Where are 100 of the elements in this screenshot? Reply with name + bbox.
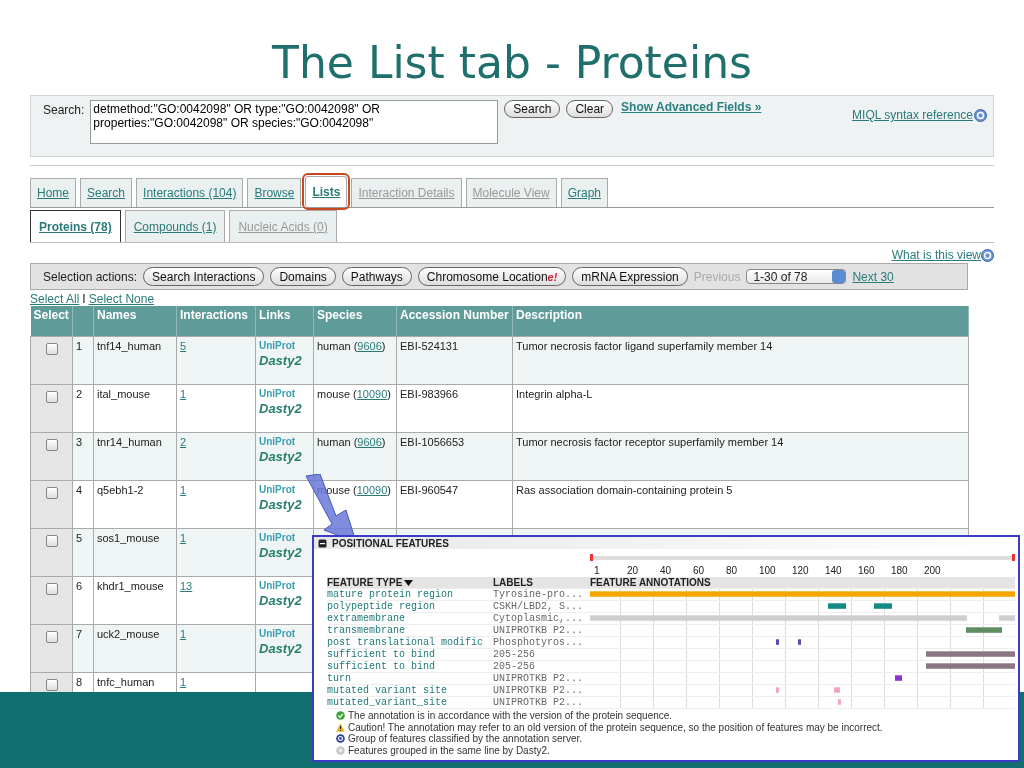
feature-label: CSKH/LBD2, S... <box>493 601 590 613</box>
advanced-fields-link[interactable]: Show Advanced Fields » <box>621 100 762 114</box>
dasty-logo[interactable]: Dasty2 <box>259 544 310 560</box>
search-field[interactable]: detmethod:"GO:0042098" OR type:"GO:0042098" OR properties:"GO:0042098" OR species:"GO:0042098" <box>90 100 499 144</box>
action-button[interactable]: Chromosome Locatione! <box>417 267 567 286</box>
feature-type: sufficient to bind <box>327 661 493 673</box>
legend-text: The annotation is in accordance with the version of the protein sequence. <box>348 710 673 722</box>
feature-label: 205-256 <box>493 649 590 661</box>
feature-label: 205-256 <box>493 661 590 673</box>
help-link[interactable]: What is this view <box>891 248 981 262</box>
taxonomy-link[interactable]: 10090 <box>356 387 388 400</box>
uniprot-logo[interactable]: UniProt <box>259 579 296 591</box>
species-paren: ) <box>387 483 391 496</box>
axis-tick-label: 120 <box>791 565 810 577</box>
tab[interactable]: Home <box>30 178 76 207</box>
axis-tick-label: 80 <box>725 565 739 577</box>
interactions-link[interactable]: 1 <box>180 627 187 640</box>
dasty-logo[interactable]: Dasty2 <box>259 496 310 512</box>
table-cell: uck2_mouse <box>93 624 177 672</box>
column-header: Species <box>313 306 397 336</box>
feature-type: mutated variant site <box>327 685 493 697</box>
search-label: Search: <box>43 103 85 117</box>
column-header: Links <box>255 306 314 336</box>
species-name: human ( <box>317 339 358 352</box>
table-cell: tnr14_human <box>93 432 177 480</box>
tab[interactable]: Interactions (104) <box>136 178 244 207</box>
group-icon <box>336 734 345 744</box>
tab[interactable]: Lists <box>305 176 348 207</box>
uniprot-logo[interactable]: UniProt <box>259 435 296 447</box>
taxonomy-link[interactable]: 9606 <box>357 435 382 448</box>
column-header: FEATURE TYPE <box>327 576 403 589</box>
column-header: Interactions <box>176 306 256 336</box>
action-button[interactable]: Pathways <box>341 267 412 286</box>
ensembl-icon: e! <box>547 270 558 283</box>
uniprot-logo[interactable]: UniProt <box>259 483 296 495</box>
species-paren: ) <box>387 387 391 400</box>
row-checkbox[interactable] <box>45 486 58 499</box>
panel-title: POSITIONAL FEATURES <box>332 537 449 549</box>
feature-type: post translational modific <box>327 637 493 649</box>
table-cell: khdr1_mouse <box>93 576 177 624</box>
select-all-link[interactable]: Select All <box>30 292 80 306</box>
help-icon <box>974 108 987 122</box>
axis-tick-label: 60 <box>692 565 706 577</box>
table-cell: Tumor necrosis factor receptor superfamily member 14 <box>512 432 969 480</box>
table-cell: EBI-983966 <box>396 384 513 432</box>
dasty-logo[interactable]: Dasty2 <box>259 400 310 416</box>
uniprot-logo[interactable]: UniProt <box>259 531 296 543</box>
row-checkbox[interactable] <box>45 678 58 691</box>
row-checkbox[interactable] <box>45 630 58 643</box>
taxonomy-link[interactable]: 10090 <box>356 483 388 496</box>
interactions-link[interactable]: 1 <box>180 387 187 400</box>
action-button[interactable]: Search Interactions <box>143 267 265 286</box>
action-button[interactable]: Domains <box>270 267 336 286</box>
table-cell: 2 <box>72 384 94 432</box>
help-icon <box>981 248 994 262</box>
tab[interactable]: Graph <box>560 178 609 207</box>
interactions-link[interactable]: 1 <box>180 675 187 688</box>
action-button[interactable]: mRNA Expression <box>572 267 688 286</box>
next-link[interactable]: Next 30 <box>852 269 894 284</box>
tab[interactable]: Search <box>80 178 133 207</box>
axis-tick-label: 160 <box>857 565 876 577</box>
search-button[interactable]: Search <box>504 100 561 118</box>
grouped-icon <box>336 745 345 755</box>
species-paren: ) <box>381 435 386 448</box>
dasty-logo[interactable]: Dasty2 <box>259 640 310 656</box>
species-name: mouse ( <box>317 387 357 400</box>
column-header: FEATURE ANNOTATIONS <box>590 576 711 589</box>
axis-tick-label: 200 <box>923 565 942 577</box>
feature-type: polypeptide region <box>327 601 493 613</box>
column-header: Description <box>512 306 969 336</box>
subtab[interactable]: Proteins (78) <box>30 210 121 242</box>
feature-label: Cytoplasmic,... <box>493 613 590 625</box>
row-checkbox[interactable] <box>45 342 58 355</box>
dasty-logo[interactable]: Dasty2 <box>259 448 310 464</box>
tab[interactable]: Browse <box>247 178 302 207</box>
clear-button[interactable]: Clear <box>566 100 614 118</box>
uniprot-logo[interactable]: UniProt <box>259 339 296 351</box>
uniprot-logo[interactable]: UniProt <box>259 627 296 639</box>
uniprot-logo[interactable]: UniProt <box>259 387 296 399</box>
syntax-reference-link[interactable]: MIQL syntax reference <box>852 108 973 122</box>
dasty-logo[interactable]: Dasty2 <box>259 592 310 608</box>
row-checkbox[interactable] <box>45 438 58 451</box>
column-header: Select <box>30 306 73 336</box>
interactions-link[interactable]: 1 <box>180 483 187 496</box>
taxonomy-link[interactable]: 9606 <box>357 339 382 352</box>
table-cell: EBI-524131 <box>396 336 513 384</box>
interactions-link[interactable]: 2 <box>180 435 187 448</box>
interactions-link[interactable]: 13 <box>180 579 193 592</box>
dasty-logo[interactable]: Dasty2 <box>259 352 310 368</box>
warning-icon <box>336 722 345 732</box>
page-select[interactable]: 1-30 of 78 <box>746 269 847 284</box>
interactions-link[interactable]: 5 <box>180 339 187 352</box>
row-checkbox[interactable] <box>45 582 58 595</box>
interactions-link[interactable]: 1 <box>180 531 187 544</box>
axis-tick-label: 180 <box>890 565 909 577</box>
select-none-link[interactable]: Select None <box>88 292 155 306</box>
row-checkbox[interactable] <box>45 534 58 547</box>
subtab[interactable]: Compounds (1) <box>124 210 226 242</box>
row-checkbox[interactable] <box>45 390 58 403</box>
legend-text: Caution! The annotation may refer to an old version of the protein sequence, so the position of features may be incorrect. <box>348 721 883 733</box>
